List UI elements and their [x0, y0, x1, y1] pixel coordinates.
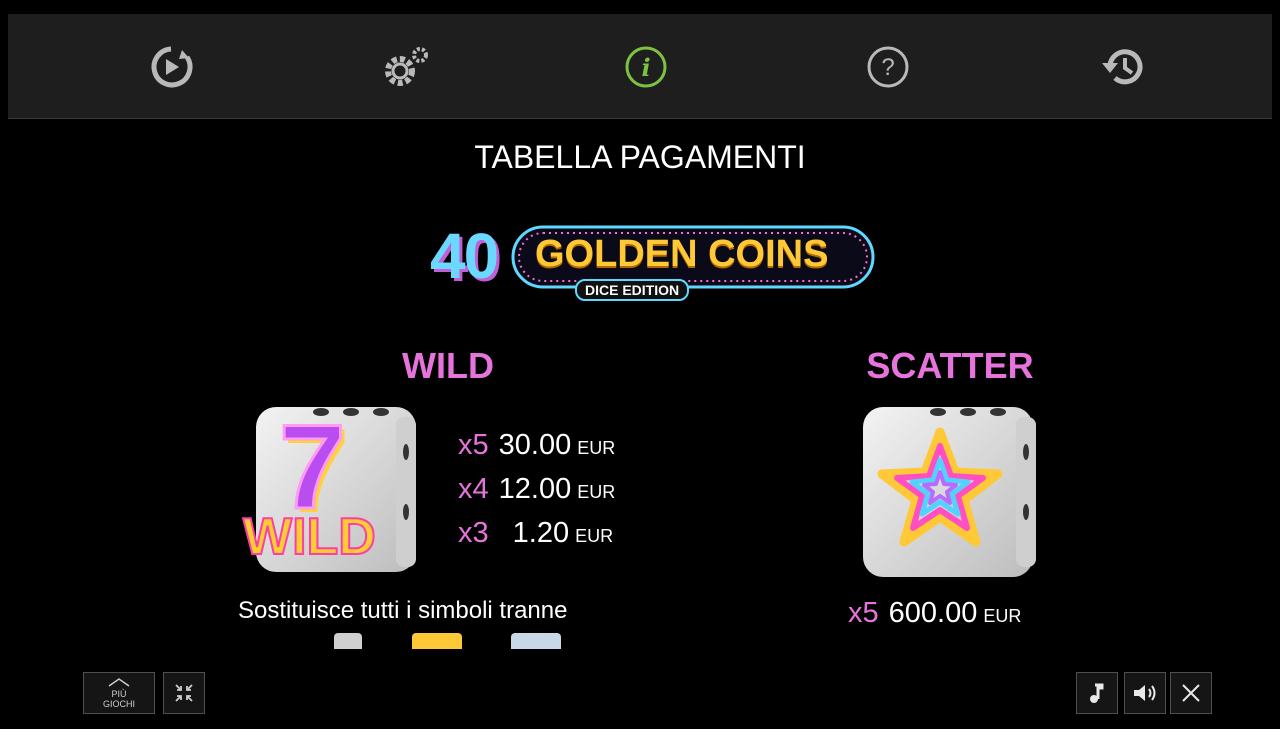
svg-text:?: ?: [881, 54, 894, 81]
wild-payout-row: x4 12.00 EUR: [458, 473, 616, 505]
scatter-title: SCATTER: [866, 345, 1034, 386]
logo-main-text: GOLDEN COINS: [535, 233, 829, 275]
wild-payout-row: x5 30.00 EUR: [458, 429, 616, 461]
game-logo: 40 GOLDEN COINS DICE EDITION: [425, 219, 885, 309]
wild-dice-label: WILD: [242, 507, 377, 567]
excluded-symbol-dice: [511, 633, 561, 649]
home-icon: [108, 678, 130, 687]
close-icon: [1182, 684, 1200, 702]
autoplay-icon[interactable]: [144, 40, 198, 94]
speaker-icon: [1134, 685, 1156, 701]
collapse-icon: [175, 684, 193, 702]
history-icon[interactable]: [1095, 40, 1149, 94]
wild-description: Sostituisce tutti i simboli tranne: [238, 597, 568, 624]
exit-fullscreen-button[interactable]: [163, 672, 205, 714]
scatter-payout-row: x5 600.00 EUR: [848, 597, 1022, 629]
settings-icon[interactable]: [380, 40, 434, 94]
bottom-bar: PIÙ GIOCHI: [8, 649, 1272, 721]
wild-payout-row: x3 1.20 EUR: [458, 517, 614, 549]
music-toggle-button[interactable]: [1076, 672, 1118, 714]
wild-dice-image: 7 WILD: [241, 399, 421, 582]
info-icon[interactable]: i: [619, 40, 673, 94]
sound-toggle-button[interactable]: [1124, 672, 1166, 714]
help-icon[interactable]: ?: [861, 40, 915, 94]
more-games-button[interactable]: PIÙ GIOCHI: [83, 672, 155, 714]
scatter-dice-image: [858, 402, 1043, 582]
more-games-line2: GIOCHI: [102, 699, 135, 709]
svg-text:i: i: [641, 53, 650, 82]
page-title: TABELLA PAGAMENTI: [474, 139, 806, 175]
logo-number: 40: [430, 220, 499, 292]
more-games-line1: PIÙ: [111, 689, 127, 699]
excluded-symbol-dice: [334, 633, 362, 649]
excluded-symbol-gold: [412, 633, 462, 649]
close-button[interactable]: [1170, 672, 1212, 714]
logo-sub-text: DICE EDITION: [575, 279, 690, 301]
top-nav-bar: i ?: [8, 14, 1272, 119]
music-note-icon: [1090, 683, 1104, 703]
wild-title: WILD: [402, 345, 494, 386]
paytable-content[interactable]: TABELLA PAGAMENTI 40 GOLDEN COINS DICE E…: [8, 119, 1272, 649]
